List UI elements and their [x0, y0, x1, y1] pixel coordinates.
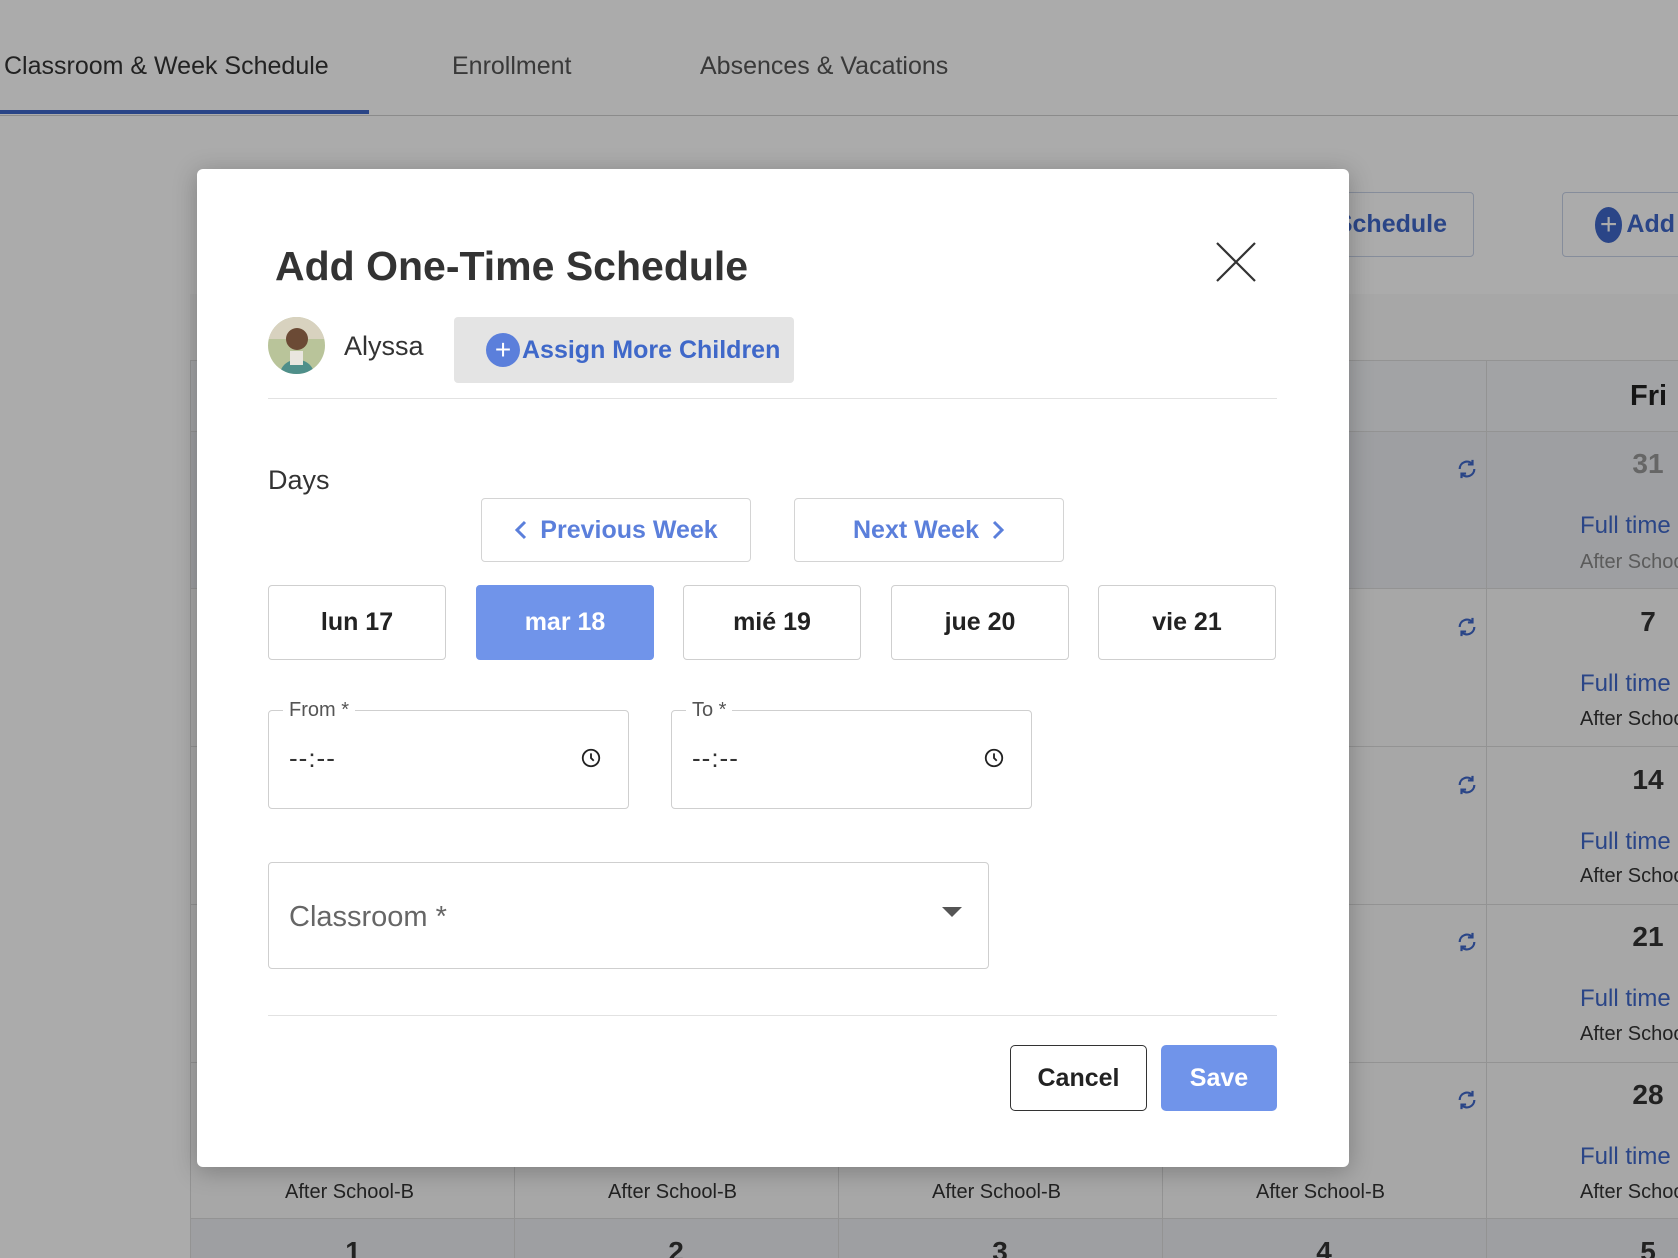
day-button-lun-17[interactable]: lun 17: [268, 585, 446, 660]
from-value: --:--: [289, 743, 336, 773]
days-label: Days: [268, 465, 330, 495]
cancel-button[interactable]: Cancel: [1010, 1045, 1147, 1111]
day-button-mar-18[interactable]: mar 18: [476, 585, 654, 660]
save-button[interactable]: Save: [1161, 1045, 1277, 1111]
assign-more-children-label: Assign More Children: [522, 335, 781, 364]
day-button-jue-20[interactable]: jue 20: [891, 585, 1069, 660]
day-button-vie-21[interactable]: vie 21: [1098, 585, 1276, 660]
to-label: To *: [686, 699, 733, 722]
clock-icon[interactable]: [580, 747, 602, 769]
from-label: From *: [283, 699, 355, 722]
chevron-left-icon: [515, 520, 527, 540]
chevron-right-icon: [992, 520, 1005, 540]
clock-icon[interactable]: [983, 747, 1005, 769]
divider: [268, 398, 1277, 399]
close-icon[interactable]: [1213, 239, 1259, 285]
to-value: --:--: [692, 743, 739, 773]
assign-more-children-button[interactable]: + Assign More Children: [454, 317, 794, 383]
previous-week-label: Previous Week: [540, 515, 718, 544]
add-one-time-schedule-dialog: Add One-Time Schedule Alyssa + Assign Mo…: [197, 169, 1349, 1167]
next-week-label: Next Week: [853, 515, 979, 544]
to-time-input[interactable]: To * --:--: [671, 699, 1032, 809]
divider: [268, 1015, 1277, 1016]
classroom-label: Classroom *: [289, 901, 447, 933]
plus-icon: +: [486, 333, 520, 367]
previous-week-button[interactable]: Previous Week: [481, 498, 751, 562]
caret-down-icon: [942, 907, 962, 917]
next-week-button[interactable]: Next Week: [794, 498, 1064, 562]
from-time-input[interactable]: From * --:--: [268, 699, 629, 809]
dialog-title: Add One-Time Schedule: [275, 243, 749, 289]
day-button-mie-19[interactable]: mié 19: [683, 585, 861, 660]
classroom-select[interactable]: Classroom *: [268, 862, 989, 969]
child-name: Alyssa: [344, 331, 424, 361]
child-avatar: [268, 317, 325, 374]
